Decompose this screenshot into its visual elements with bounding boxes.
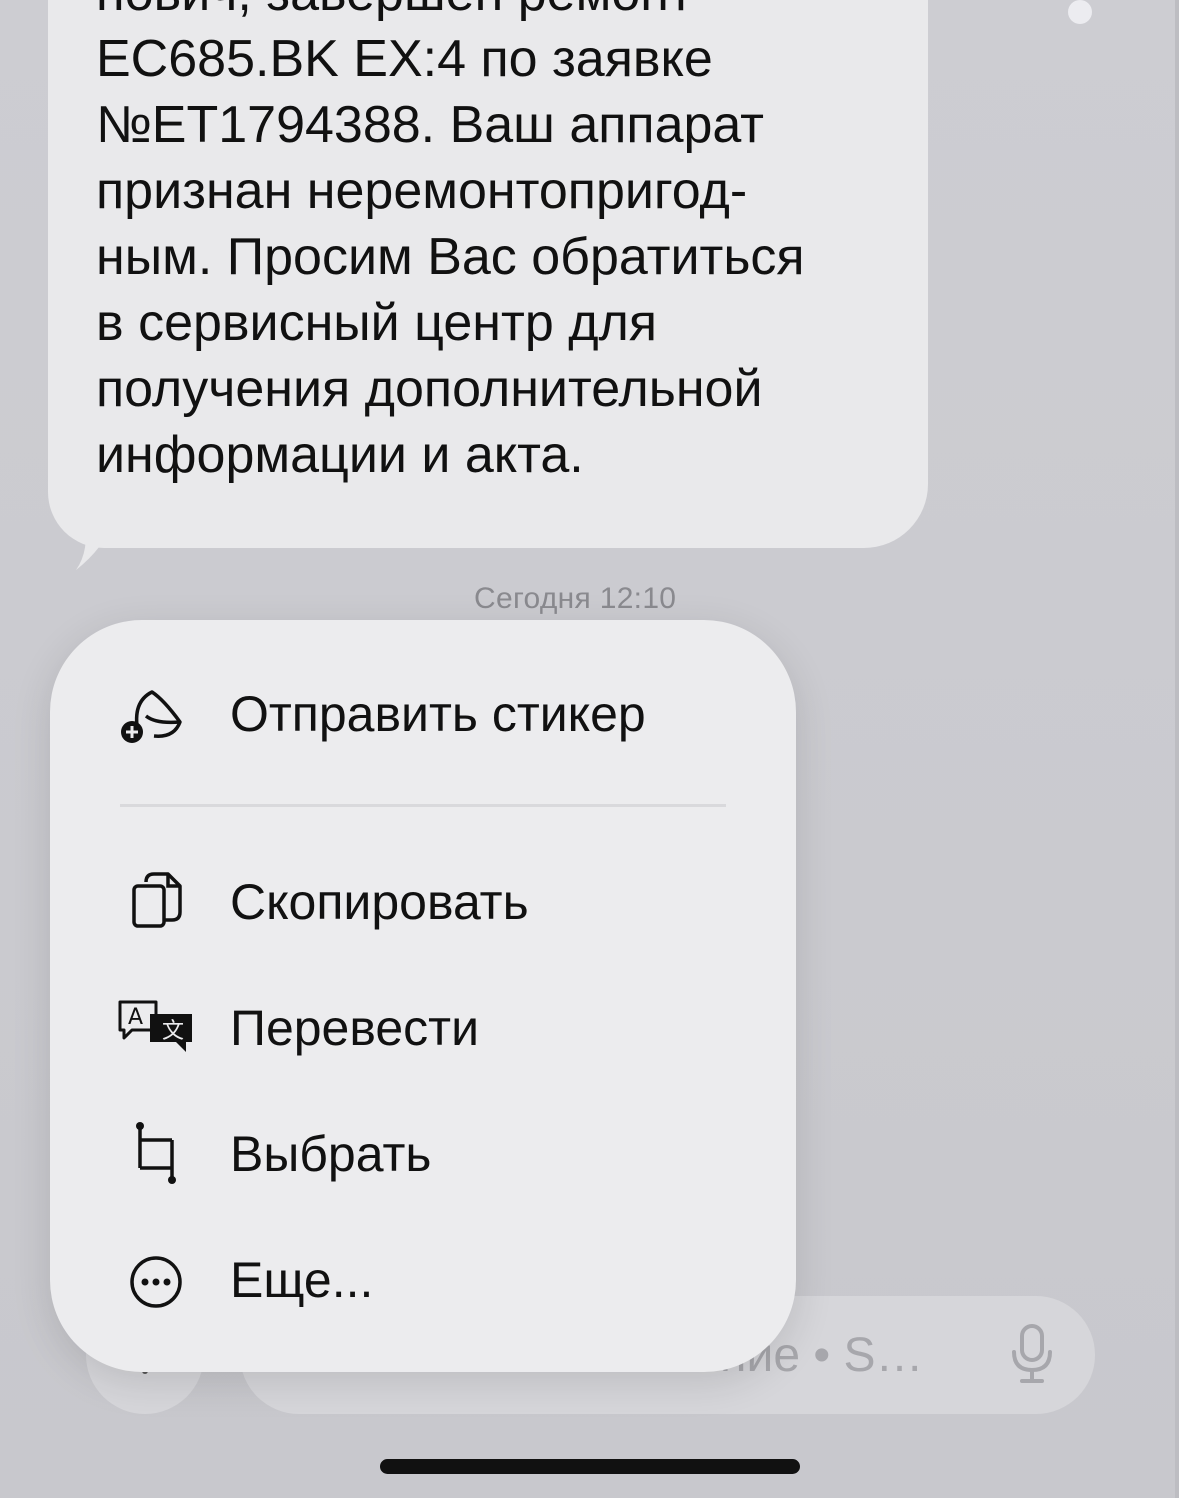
svg-text:A: A	[128, 1005, 143, 1030]
bubble-tail	[76, 520, 114, 570]
menu-item-label: Перевести	[230, 1000, 479, 1056]
menu-item-copy[interactable]: Скопировать	[50, 846, 796, 956]
screen: нович, завершён ремонт EC685.BK EX:4 по …	[0, 0, 1179, 1498]
message-line: нович, завершён ремонт	[96, 0, 693, 22]
menu-item-label: Еще...	[230, 1252, 374, 1308]
translate-icon: A 文	[118, 1000, 192, 1052]
message-bubble[interactable]: нович, завершён ремонт EC685.BK EX:4 по …	[48, 0, 928, 548]
copy-icon	[132, 872, 182, 928]
menu-item-translate[interactable]: A 文 Перевести	[50, 972, 796, 1082]
more-ellipsis-icon	[130, 1256, 182, 1308]
select-crop-icon	[136, 1122, 176, 1184]
message-line: ным. Просим Вас обратиться	[96, 228, 805, 286]
sticker-add-icon	[121, 690, 182, 743]
message-line: EC685.BK EX:4 по заявке	[96, 30, 713, 88]
menu-item-label: Выбрать	[230, 1126, 432, 1182]
microphone-icon[interactable]	[1008, 1322, 1056, 1386]
context-menu: Отправить стикер Скопировать A 文 Перевес…	[50, 620, 796, 1372]
menu-divider	[120, 804, 726, 807]
message-text: нович, завершён ремонт EC685.BK EX:4 по …	[96, 0, 916, 488]
message-line: получения дополнительной	[96, 360, 763, 418]
menu-item-more[interactable]: Еще...	[50, 1224, 796, 1334]
message-line: в сервисный центр для	[96, 294, 658, 352]
menu-item-label: Скопировать	[230, 874, 529, 930]
message-line: признан неремонтопригод-	[96, 162, 748, 220]
message-timestamp: Сегодня 12:10	[474, 582, 677, 615]
menu-item-label: Отправить стикер	[230, 686, 646, 742]
message-line: информации и акта.	[96, 426, 584, 484]
home-indicator[interactable]	[380, 1459, 800, 1474]
message-line: №ET1794388. Ваш аппарат	[96, 96, 765, 154]
menu-item-send-sticker[interactable]: Отправить стикер	[50, 658, 796, 768]
svg-text:文: 文	[162, 1019, 184, 1044]
menu-item-select[interactable]: Выбрать	[50, 1098, 796, 1208]
scroll-indicator	[1068, 0, 1092, 24]
screen-edge	[1175, 0, 1179, 1498]
